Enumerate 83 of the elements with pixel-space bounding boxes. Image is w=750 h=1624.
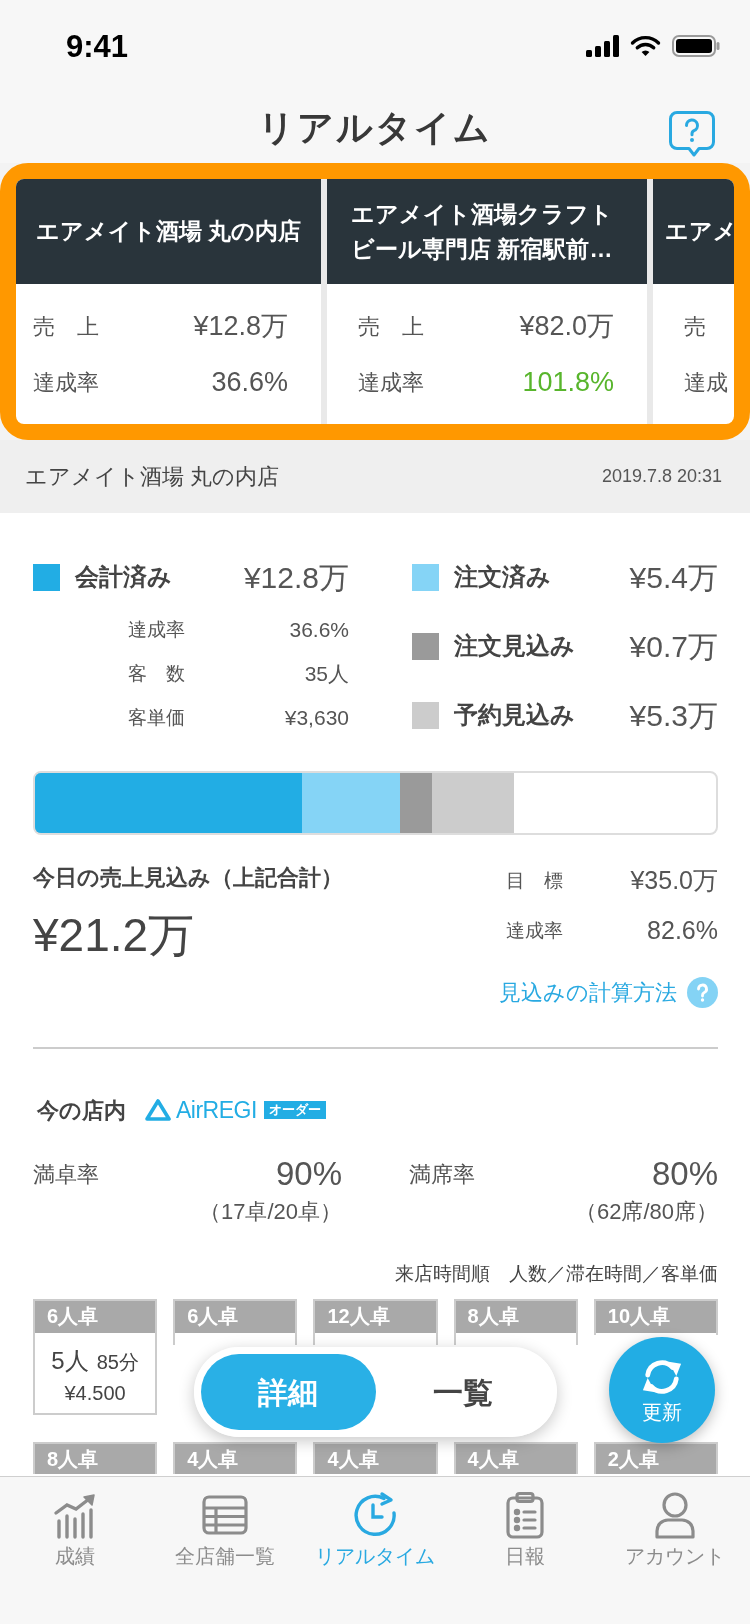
metric-label: 達成率 xyxy=(33,368,99,397)
tab-item[interactable]: 日報 xyxy=(450,1477,600,1624)
table-card[interactable]: 8人卓 xyxy=(453,1299,578,1345)
store-name: エアメイト酒場 丸の内店 xyxy=(35,217,302,246)
legend-value: ¥0.7万 xyxy=(629,628,718,665)
rate-detail: （17卓/20卓） xyxy=(198,1198,342,1226)
wifi-icon xyxy=(630,35,661,57)
refresh-button[interactable]: 更新 xyxy=(609,1337,715,1443)
legend-label: 注文見込み xyxy=(454,631,575,661)
stat-label: 客 数 xyxy=(128,661,185,686)
forecast-value: ¥21.2万 xyxy=(33,908,195,963)
rate-value: 80% xyxy=(651,1154,718,1195)
stat-value: ¥35.0万 xyxy=(630,865,718,897)
table-card[interactable]: 12人卓 xyxy=(313,1299,438,1345)
rate-label: 満卓率 xyxy=(33,1160,99,1189)
table-size-label: 6人卓 xyxy=(175,1301,296,1333)
rate-value: 90% xyxy=(275,1154,342,1195)
table-card[interactable]: 4人卓 xyxy=(453,1442,578,1474)
metric-label: 売 xyxy=(684,312,706,341)
legend-value: ¥5.3万 xyxy=(629,697,718,734)
stat-label: 達成率 xyxy=(506,918,563,943)
forecast-title: 今日の売上見込み（上記合計） xyxy=(33,864,343,892)
tab-item[interactable]: アカウント xyxy=(600,1477,750,1624)
help-icon xyxy=(687,976,718,1008)
tab-item[interactable]: 成績 xyxy=(0,1477,150,1624)
rate-label: 満席率 xyxy=(409,1160,475,1189)
table-card[interactable]: 8人卓 xyxy=(33,1442,158,1474)
battery-icon xyxy=(672,35,720,57)
triangle-logo-icon xyxy=(145,1098,171,1122)
signal-icon xyxy=(586,35,619,57)
status-time: 9:41 xyxy=(66,30,129,62)
table-card[interactable]: 6人卓 xyxy=(173,1299,298,1345)
stat-label: 達成率 xyxy=(128,617,185,642)
table-size-label: 8人卓 xyxy=(455,1301,576,1333)
metric-value: 101.8% xyxy=(522,365,614,399)
store-card[interactable]: エアメ 売 達成 xyxy=(653,179,734,424)
stat-label: 目 標 xyxy=(506,868,563,893)
legend-label: 会計済み xyxy=(75,562,172,592)
table-card[interactable]: 4人卓 xyxy=(173,1442,298,1474)
brand-name: AirREGI xyxy=(176,1095,257,1125)
metric-label: 売 上 xyxy=(33,312,99,341)
guest-count: 5人 xyxy=(51,1346,89,1376)
page-title: リアルタイム xyxy=(258,106,492,150)
calculation-help-link[interactable]: 見込みの計算方法 xyxy=(499,976,718,1008)
spend-amount: ¥4.500 xyxy=(64,1381,126,1406)
metric-label: 達成率 xyxy=(358,368,424,397)
stat-value: 36.6% xyxy=(289,617,349,644)
stat-value: 82.6% xyxy=(647,915,718,947)
section-title: 今の店内 xyxy=(37,1096,126,1125)
store-card[interactable]: エアメイト酒場クラフトビール専門店 新宿駅前… 売 上 ¥82.0万 達成率 101.8% xyxy=(327,179,647,424)
metric-label: 達成 xyxy=(684,368,728,397)
help-icon[interactable] xyxy=(668,110,716,158)
clock-icon xyxy=(351,1491,399,1539)
table-card[interactable]: 4人卓 xyxy=(313,1442,438,1474)
store-name: エアメ xyxy=(665,217,734,246)
metric-value: ¥82.0万 xyxy=(519,309,614,343)
updated-time: 2019.7.8 20:31 xyxy=(601,465,722,488)
legend-value: ¥12.8万 xyxy=(243,559,349,596)
metric-value: ¥12.8万 xyxy=(193,309,288,343)
stat-value: 35人 xyxy=(304,661,349,688)
table-size-label: 6人卓 xyxy=(35,1301,156,1333)
metric-value: 36.6% xyxy=(211,365,288,399)
table-size-label: 12人卓 xyxy=(315,1301,436,1333)
view-tab[interactable]: 詳細 xyxy=(201,1354,376,1430)
table-card[interactable]: 2人卓 xyxy=(593,1442,718,1474)
stat-value: ¥3,630 xyxy=(284,705,349,732)
tab-item[interactable]: 全店舗一覧 xyxy=(150,1477,300,1624)
store-name: エアメイト酒場クラフトビール専門店 新宿駅前… xyxy=(351,199,614,264)
stay-time: 85分 xyxy=(96,1350,139,1375)
rate-detail: （62席/80席） xyxy=(574,1198,718,1226)
tab-item[interactable]: リアルタイム xyxy=(300,1477,450,1624)
view-tab[interactable]: 一覧 xyxy=(375,1354,550,1430)
brand-badge: オーダー xyxy=(263,1101,326,1119)
store-card[interactable]: エアメイト酒場 丸の内店 売 上 ¥12.8万 達成率 36.6% xyxy=(16,179,321,424)
table-card[interactable]: 10人卓 xyxy=(593,1299,718,1335)
metric-label: 売 上 xyxy=(358,312,424,341)
stat-label: 客単価 xyxy=(128,705,185,730)
legend-label: 注文済み xyxy=(454,562,551,592)
legend-label: 予約見込み xyxy=(454,700,575,730)
table-card[interactable]: 6人卓 5人 85分 ¥4.500 xyxy=(33,1299,158,1415)
sort-legend: 来店時間順 人数／滞在時間／客単価 xyxy=(395,1261,718,1287)
legend-value: ¥5.4万 xyxy=(629,559,718,596)
store-name: エアメイト酒場 丸の内店 xyxy=(25,463,280,491)
